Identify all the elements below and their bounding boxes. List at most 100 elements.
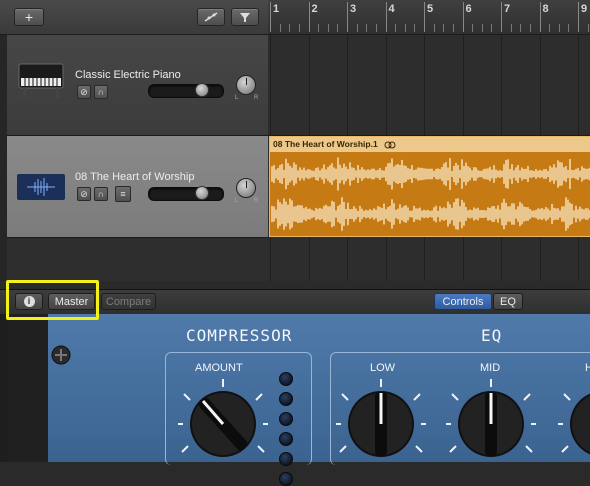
ruler-bar-line <box>462 2 464 32</box>
smart-controls-button[interactable] <box>197 8 225 26</box>
ruler-beat-tick <box>491 24 493 32</box>
headphones-icon: ∩ <box>97 87 105 97</box>
ruler-beat-tick <box>404 24 406 32</box>
low-eq-knob[interactable] <box>336 376 426 462</box>
audio-region[interactable]: 08 The Heart of Worship.1 <box>269 136 590 237</box>
ruler-beat-tick <box>510 24 512 32</box>
mute-icon: ⊘ <box>80 86 88 97</box>
ruler-beat-tick <box>318 24 320 32</box>
ruler-beat-tick <box>337 24 339 32</box>
ruler-bar-number: 7 <box>504 3 511 15</box>
ruler-bar-number: 3 <box>350 3 357 15</box>
solo-button[interactable]: ∩ <box>94 187 108 201</box>
ruler-beat-tick <box>289 24 291 32</box>
plugin-panel: COMPRESSOR AMOUNT EQ LOW MID H <box>8 314 590 486</box>
gain-reduction-led <box>279 472 293 486</box>
solo-button[interactable]: ∩ <box>94 85 108 99</box>
ruler-bar-number: 4 <box>388 3 395 15</box>
ruler-bar-line <box>539 2 541 32</box>
input-monitor-button[interactable]: ≡ <box>115 186 131 202</box>
ruler-bar-number: 5 <box>427 3 434 15</box>
gain-reduction-led <box>279 432 293 446</box>
highlight-annotation <box>6 280 99 320</box>
ruler-bar-line <box>270 2 271 32</box>
header-gutter <box>0 35 7 281</box>
controls-label: Controls <box>442 295 484 308</box>
filter-button[interactable] <box>231 8 259 26</box>
ruler-bar-number: 6 <box>465 3 472 15</box>
gain-reduction-led <box>279 392 293 406</box>
ruler-beat-tick <box>568 24 570 32</box>
ruler-beat-tick <box>356 24 358 32</box>
monitor-icon: ≡ <box>120 189 126 199</box>
volume-slider-handle[interactable] <box>194 83 209 97</box>
region-waveform <box>271 157 590 231</box>
filter-icon <box>240 13 250 22</box>
timeline-ruler[interactable]: 1 2 3 4 5 6 7 8 9 <box>268 0 590 35</box>
ruler-beat-tick <box>279 24 281 32</box>
plugin-edge <box>8 314 48 462</box>
ruler-beat-tick <box>443 24 445 32</box>
mid-label: MID <box>480 362 501 374</box>
pan-right-marker: R <box>254 95 259 101</box>
amount-label: AMOUNT <box>195 362 243 374</box>
pan-knob[interactable] <box>236 178 256 198</box>
ruler-bar-line <box>347 2 348 32</box>
ruler-beat-tick <box>520 24 522 32</box>
screw-icon <box>51 345 71 365</box>
tab-controls[interactable]: Controls <box>434 293 492 310</box>
ruler-beat-tick <box>433 24 435 32</box>
ruler-bar-line <box>308 2 310 32</box>
track-name: 08 The Heart of Worship <box>75 171 195 183</box>
pan-left-marker: L <box>235 198 239 204</box>
gain-reduction-led <box>279 452 293 466</box>
pan-knob[interactable] <box>236 75 256 95</box>
ruler-beat-tick <box>472 24 474 32</box>
compare-button[interactable]: Compare <box>101 293 156 310</box>
compressor-title: COMPRESSOR <box>186 326 293 345</box>
ruler-beat-tick <box>375 24 377 32</box>
loop-icon <box>384 141 396 149</box>
mute-button[interactable]: ⊘ <box>77 85 91 99</box>
ruler-bar-line <box>578 2 579 32</box>
ruler-bar-number: 9 <box>581 3 588 15</box>
ruler-beat-tick <box>549 24 551 32</box>
track-header-classic-electric-piano[interactable]: Classic Electric Piano ⊘ ∩ L R <box>7 35 268 136</box>
volume-slider[interactable] <box>148 83 224 98</box>
ruler-bar-number: 2 <box>311 3 318 15</box>
ruler-beat-tick <box>327 24 329 32</box>
mute-icon: ⊘ <box>80 188 88 199</box>
ruler-beat-tick <box>587 24 589 32</box>
eq-tab-label: EQ <box>500 295 516 308</box>
ruler-beat-tick <box>529 24 531 32</box>
add-track-button[interactable]: + <box>14 8 44 26</box>
ruler-bar-line <box>501 2 502 32</box>
ruler-bar-line <box>424 2 425 32</box>
tab-eq[interactable]: EQ <box>493 293 523 310</box>
ruler-bar-number: 8 <box>542 3 549 15</box>
mute-button[interactable]: ⊘ <box>77 187 91 201</box>
plus-icon: + <box>24 9 34 25</box>
mid-eq-knob[interactable] <box>446 376 536 462</box>
headphones-icon: ∩ <box>97 189 105 199</box>
pan-left-marker: L <box>235 95 239 101</box>
amount-knob[interactable] <box>178 376 268 462</box>
eq-title: EQ <box>481 326 503 345</box>
volume-slider-handle[interactable] <box>194 186 209 200</box>
ruler-beat-tick <box>366 24 368 32</box>
ruler-beat-tick <box>298 24 300 32</box>
plugin-left-strip <box>0 314 8 462</box>
ruler-beat-tick <box>395 24 397 32</box>
track-header-heart-of-worship[interactable]: 08 The Heart of Worship ⊘ ∩ ≡ L R <box>7 136 268 238</box>
track-name: Classic Electric Piano <box>75 69 181 81</box>
region-title: 08 The Heart of Worship.1 <box>273 139 378 149</box>
ruler-beat-tick <box>558 24 560 32</box>
ruler-beat-tick <box>481 24 483 32</box>
ruler-bar-number: 1 <box>273 3 280 15</box>
ruler-bar-line <box>385 2 387 32</box>
tracks-toolbar: + <box>0 0 268 35</box>
region-title-bar: 08 The Heart of Worship.1 <box>270 137 590 152</box>
volume-slider[interactable] <box>148 186 224 201</box>
compare-label: Compare <box>105 295 152 308</box>
high-eq-knob[interactable] <box>558 376 590 462</box>
